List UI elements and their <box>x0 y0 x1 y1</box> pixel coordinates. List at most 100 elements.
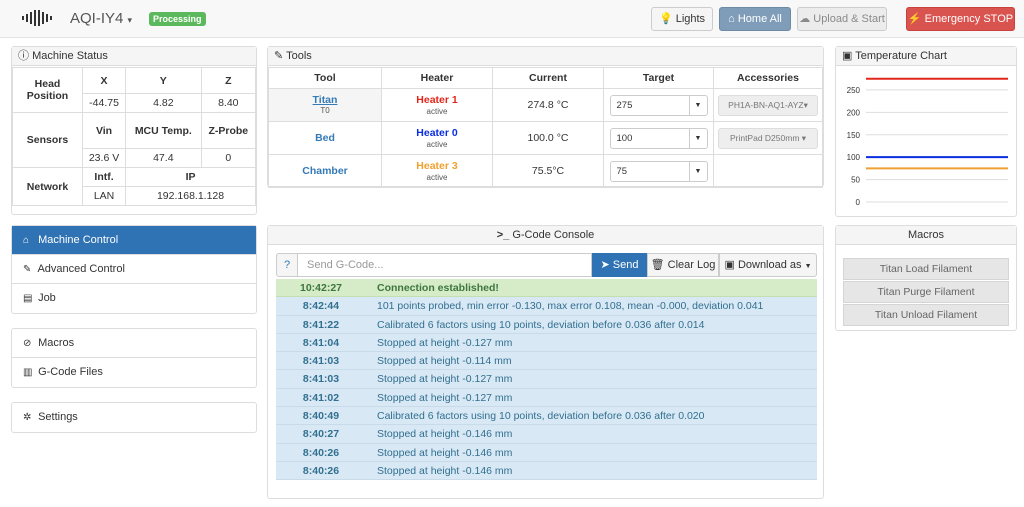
target-cell: 100 ▼ <box>603 121 714 155</box>
nav-item-machine-control[interactable]: ⌂ Machine Control <box>12 226 256 255</box>
send-button[interactable]: ➤ Send <box>592 253 647 277</box>
target-cell: 75 ▼ <box>603 154 714 188</box>
gear-icon: ✲ <box>23 412 32 423</box>
macro-button[interactable]: Titan Load Filament <box>843 258 1009 280</box>
tool-name-link[interactable]: Chamber <box>302 165 348 177</box>
tool-name-link[interactable]: Bed <box>315 132 335 144</box>
upload-start-button[interactable]: ☁ Upload & Start <box>797 7 887 31</box>
accessory-cell <box>713 154 823 188</box>
machine-status-header: ⓘ Machine Status <box>12 47 256 66</box>
nav-group-files: ⊘ Macros ▥ G-Code Files <box>11 328 257 388</box>
nav-item-gcode-files[interactable]: ▥ G-Code Files <box>12 358 256 387</box>
nav-item-label: G-Code Files <box>38 366 103 378</box>
ip-label: IP <box>125 167 256 187</box>
home-all-button[interactable]: ⌂ Home All <box>719 7 791 31</box>
log-message: Stopped at height -0.114 mm <box>377 355 512 368</box>
gcode-input[interactable]: Send G-Code... <box>298 253 592 277</box>
home-icon: ⌂ <box>728 13 735 25</box>
tool-cell[interactable]: Bed <box>268 121 382 155</box>
target-temp-input[interactable]: 100 ▼ <box>609 127 708 149</box>
accessory-dropdown[interactable]: PH1A-BN-AQ1-AYZ▾ <box>718 94 818 116</box>
log-row: 8:41:02 Stopped at height -0.127 mm <box>276 388 817 408</box>
log-time: 8:40:27 <box>302 428 340 441</box>
temperature-chart-panel: ▣ Temperature Chart 250 200 150 100 50 0 <box>835 46 1017 217</box>
nav-item-job[interactable]: ▤ Job <box>12 284 256 313</box>
y-tick-label: 100 <box>847 153 861 162</box>
tools-table: Tool Heater Current Target Accessories T… <box>268 67 823 188</box>
heater-cell[interactable]: Heater 1 active <box>381 88 493 122</box>
floppy-icon: ▣ <box>724 259 735 271</box>
head-position-label: Head Position <box>12 67 83 113</box>
download-as-button[interactable]: ▣ Download as ▼ <box>719 253 817 277</box>
tool-row: Titan T0 Heater 1 active 274.8 °C 275 ▼ … <box>268 88 823 122</box>
ip-value: 192.168.1.128 <box>125 186 256 206</box>
nav-item-macros[interactable]: ⊘ Macros <box>12 329 256 358</box>
target-column-header: Target <box>603 67 714 89</box>
accessory-cell: PrintPad D250mm ▾ <box>713 121 823 155</box>
intf-value: LAN <box>81 186 127 206</box>
clear-log-button[interactable]: 🗑 Clear Log <box>647 253 719 277</box>
macro-button[interactable]: Titan Purge Filament <box>843 281 1009 303</box>
macro-button[interactable]: Titan Unload Filament <box>843 304 1009 326</box>
z-label: Z <box>200 67 257 94</box>
y-tick-label: 0 <box>856 198 861 207</box>
upload-icon: ☁ <box>799 13 811 25</box>
log-message: Stopped at height -0.127 mm <box>377 336 513 349</box>
lights-button[interactable]: 💡 Lights <box>651 7 713 31</box>
wrench-icon: ✎ <box>274 50 284 62</box>
tool-number: T0 <box>320 106 330 115</box>
log-time: 8:41:04 <box>302 336 340 349</box>
log-row: 10:42:27 Connection established! <box>276 279 817 298</box>
log-row: 8:41:03 Stopped at height -0.127 mm <box>276 370 817 389</box>
network-label: Network <box>12 167 83 206</box>
y-tick-label: 250 <box>847 86 861 95</box>
heater-name[interactable]: Heater 0 <box>382 127 492 140</box>
machine-name-dropdown[interactable]: AQI-IY4 ▾ <box>66 9 136 29</box>
emergency-stop-button[interactable]: ⚡ Emergency STOP <box>906 7 1015 31</box>
home-icon: ⌂ <box>23 235 30 246</box>
log-time: 8:41:22 <box>302 318 340 331</box>
heater-cell[interactable]: Heater 0 active <box>381 121 493 155</box>
nav-item-settings[interactable]: ✲ Settings <box>12 403 256 432</box>
heater-name[interactable]: Heater 1 <box>382 94 492 107</box>
caret-down-icon[interactable]: ▼ <box>688 95 707 115</box>
heater-name[interactable]: Heater 3 <box>382 160 492 173</box>
caret-down-icon[interactable]: ▼ <box>688 128 707 148</box>
target-temp-input[interactable]: 275 ▼ <box>609 94 708 116</box>
log-message: Stopped at height -0.127 mm <box>377 373 513 386</box>
chevron-down-icon: ▾ <box>127 15 133 25</box>
machine-status-title: Machine Status <box>32 50 108 62</box>
log-time: 8:41:02 <box>302 391 340 404</box>
tool-row: Bed Heater 0 active 100.0 °C 100 ▼ Print… <box>268 121 823 155</box>
nav-item-advanced-control[interactable]: ✎ Advanced Control <box>12 255 256 284</box>
caret-down-icon[interactable]: ▼ <box>688 161 707 181</box>
tool-cell[interactable]: Chamber <box>268 154 382 188</box>
log-message: Connection established! <box>377 282 499 294</box>
print-icon: ▤ <box>23 293 33 304</box>
log-row: 8:41:03 Stopped at height -0.114 mm <box>276 352 817 371</box>
nav-item-label: Machine Control <box>38 234 119 246</box>
tool-row: Chamber Heater 3 active 75.5°C 75 ▼ <box>268 154 823 188</box>
nav-item-label: Macros <box>38 337 75 349</box>
x-label: X <box>81 67 127 94</box>
home-all-label: Home All <box>737 13 782 25</box>
vin-label: Vin <box>81 112 127 149</box>
intf-label: Intf. <box>81 167 127 187</box>
log-message: Stopped at height -0.146 mm <box>377 464 513 477</box>
help-button[interactable]: ? <box>276 253 298 277</box>
target-temp-input[interactable]: 75 ▼ <box>609 160 708 182</box>
nav-item-label: Advanced Control <box>37 263 125 275</box>
accessory-cell: PH1A-BN-AQ1-AYZ▾ <box>713 88 823 122</box>
log-row: 8:40:49 Calibrated 6 factors using 10 poi… <box>276 407 817 426</box>
wrench-icon: ✎ <box>23 264 32 275</box>
accessory-dropdown[interactable]: PrintPad D250mm ▾ <box>718 127 818 149</box>
tool-name-link[interactable]: Titan <box>313 94 338 106</box>
temperature-chart-header: ▣ Temperature Chart <box>836 47 1016 66</box>
download-as-label: Download as <box>737 259 802 271</box>
link-icon: ⊘ <box>23 338 32 349</box>
vin-value: 23.6 V <box>81 148 127 168</box>
tool-cell[interactable]: Titan T0 <box>268 88 382 122</box>
heater-cell[interactable]: Heater 3 active <box>381 154 493 188</box>
z-probe-label: Z-Probe <box>200 112 257 149</box>
log-time: 8:41:03 <box>302 373 340 386</box>
